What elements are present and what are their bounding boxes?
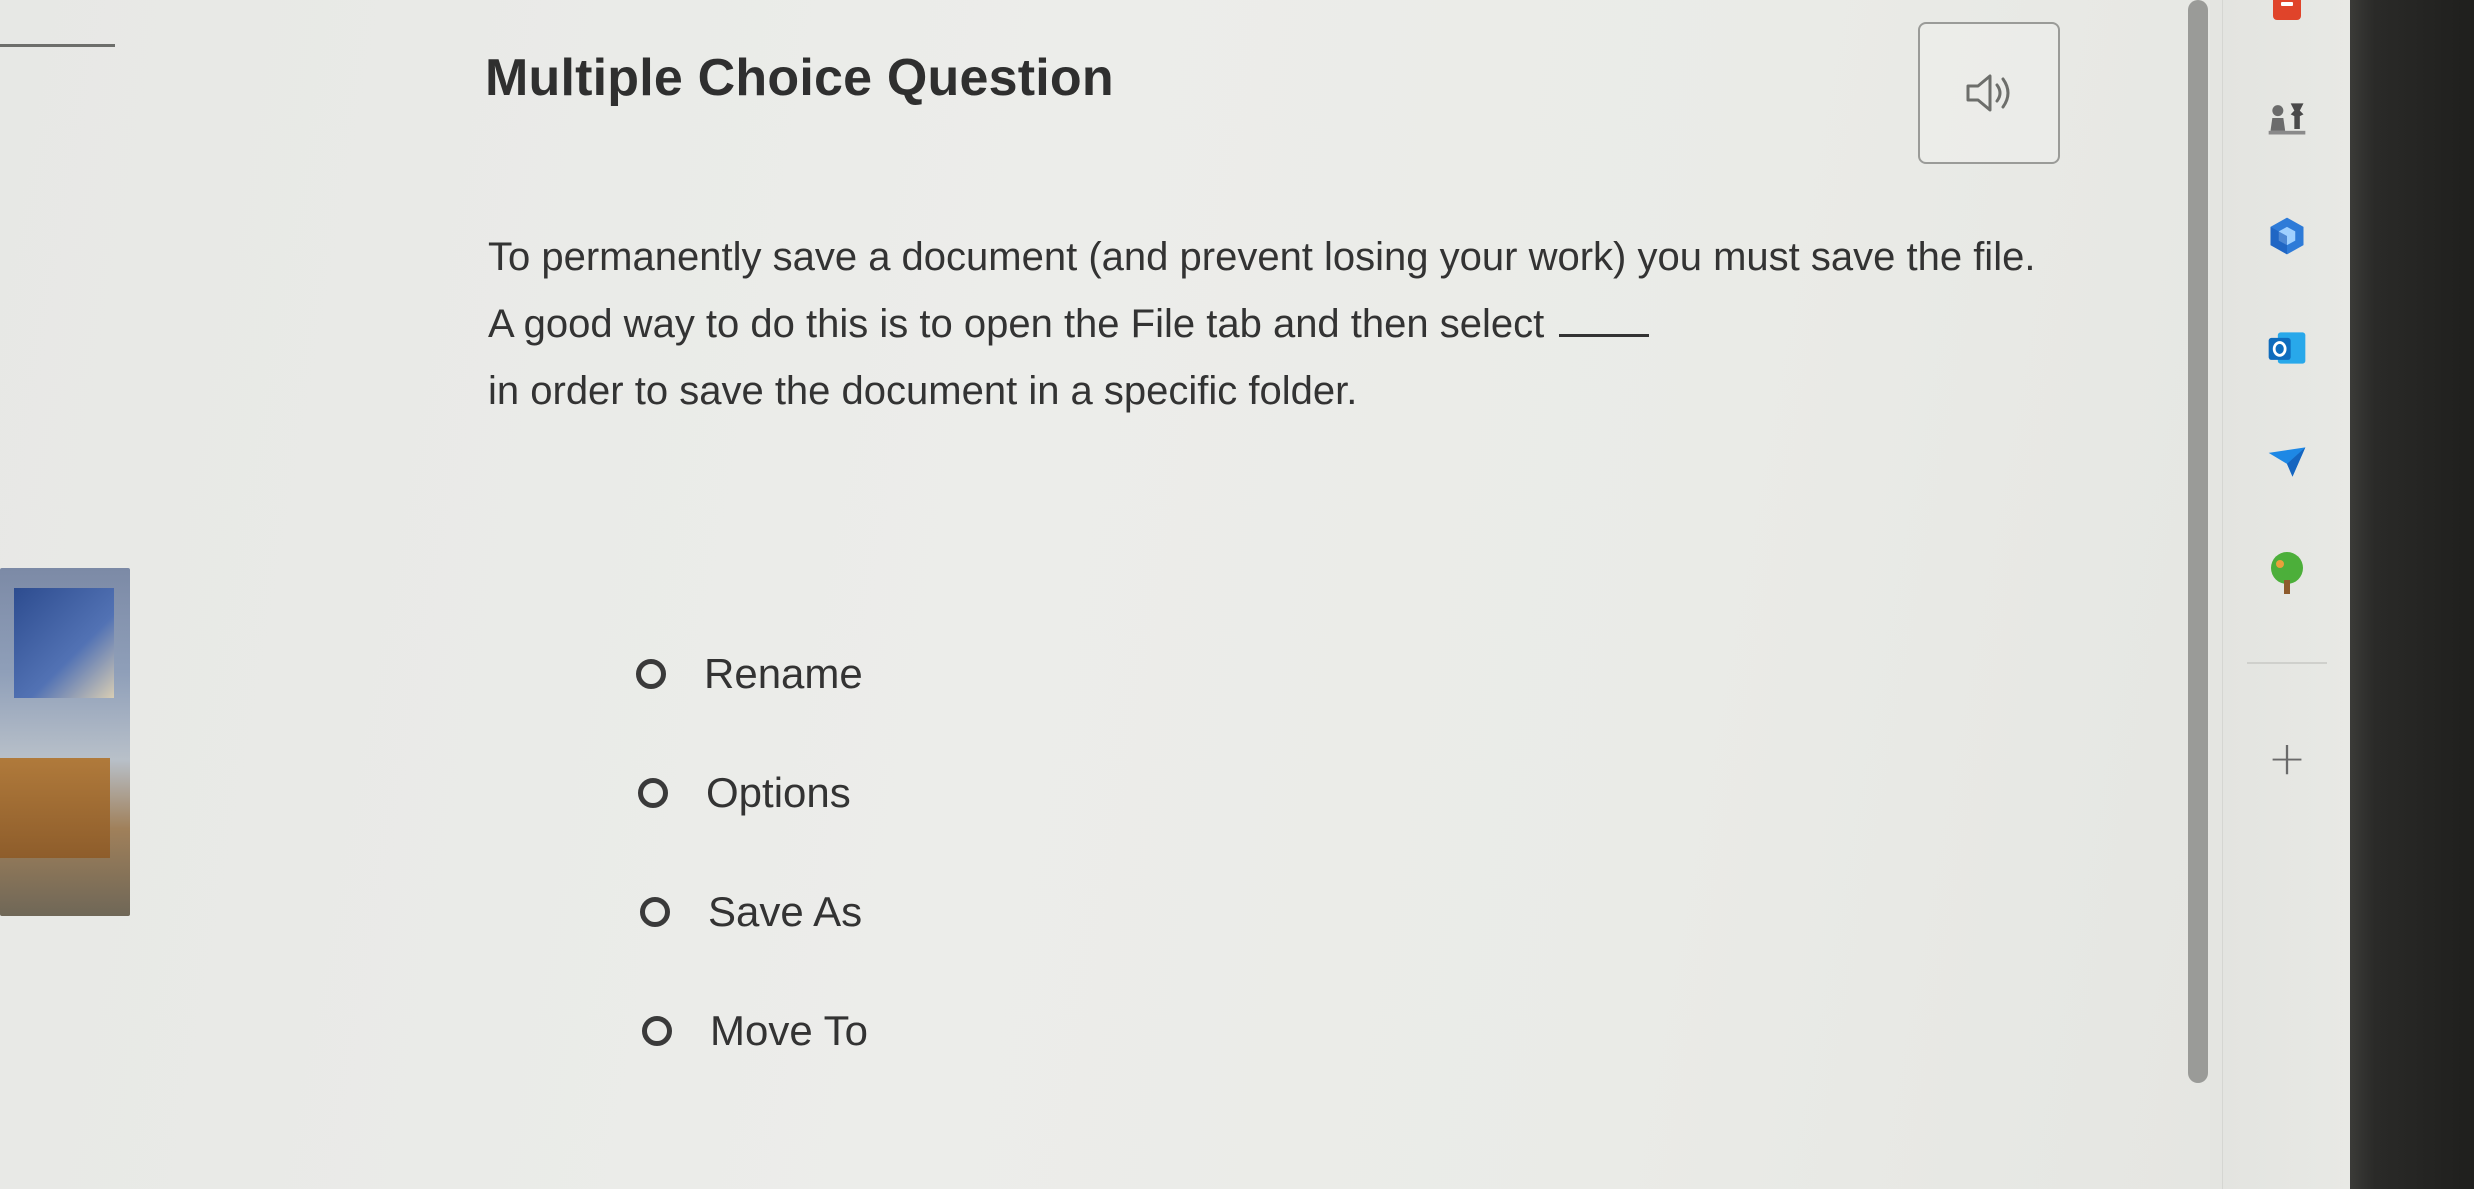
divider: [0, 44, 115, 47]
thumbnail-panel: [14, 588, 114, 698]
choice-options[interactable]: Options: [638, 769, 851, 817]
speaker-icon: [1966, 74, 2010, 112]
add-icon[interactable]: +: [2265, 731, 2309, 785]
outlook-icon[interactable]: [2265, 326, 2309, 370]
choice-label: Move To: [710, 1007, 868, 1054]
prompt-text-part1: To permanently save a document (and prev…: [488, 235, 2036, 346]
choice-save-as[interactable]: Save As: [640, 888, 862, 936]
quiz-page: Multiple Choice Question To permanently …: [0, 0, 2210, 1189]
choice-label: Save As: [708, 888, 863, 935]
copilot-icon[interactable]: [2265, 214, 2309, 258]
choice-label: Options: [706, 769, 851, 816]
background-thumbnail: [0, 568, 130, 916]
choice-move-to[interactable]: Move To: [642, 1007, 868, 1055]
radio-button[interactable]: [642, 1016, 672, 1046]
send-icon[interactable]: [2265, 440, 2309, 484]
monitor-bezel: [2350, 0, 2474, 1189]
choice-rename[interactable]: Rename: [636, 650, 863, 698]
question-title: Multiple Choice Question: [485, 49, 1114, 107]
browser-sidebar: +: [2222, 0, 2351, 1189]
sidebar-divider: [2247, 662, 2327, 664]
choice-label: Rename: [704, 650, 863, 697]
shopping-bag-icon[interactable]: [2265, 0, 2309, 30]
tree-icon[interactable]: [2265, 552, 2309, 596]
scrollbar-thumb[interactable]: [2188, 0, 2208, 1083]
chess-icon[interactable]: [2265, 96, 2309, 140]
prompt-text-part2: in order to save the document in a speci…: [488, 369, 1358, 413]
radio-button[interactable]: [636, 659, 666, 689]
thumbnail-cabinet: [0, 758, 110, 858]
radio-button[interactable]: [638, 778, 668, 808]
answer-blank: [1559, 334, 1650, 337]
radio-button[interactable]: [640, 897, 670, 927]
question-prompt: To permanently save a document (and prev…: [488, 224, 2048, 425]
read-aloud-button[interactable]: [1918, 22, 2060, 164]
